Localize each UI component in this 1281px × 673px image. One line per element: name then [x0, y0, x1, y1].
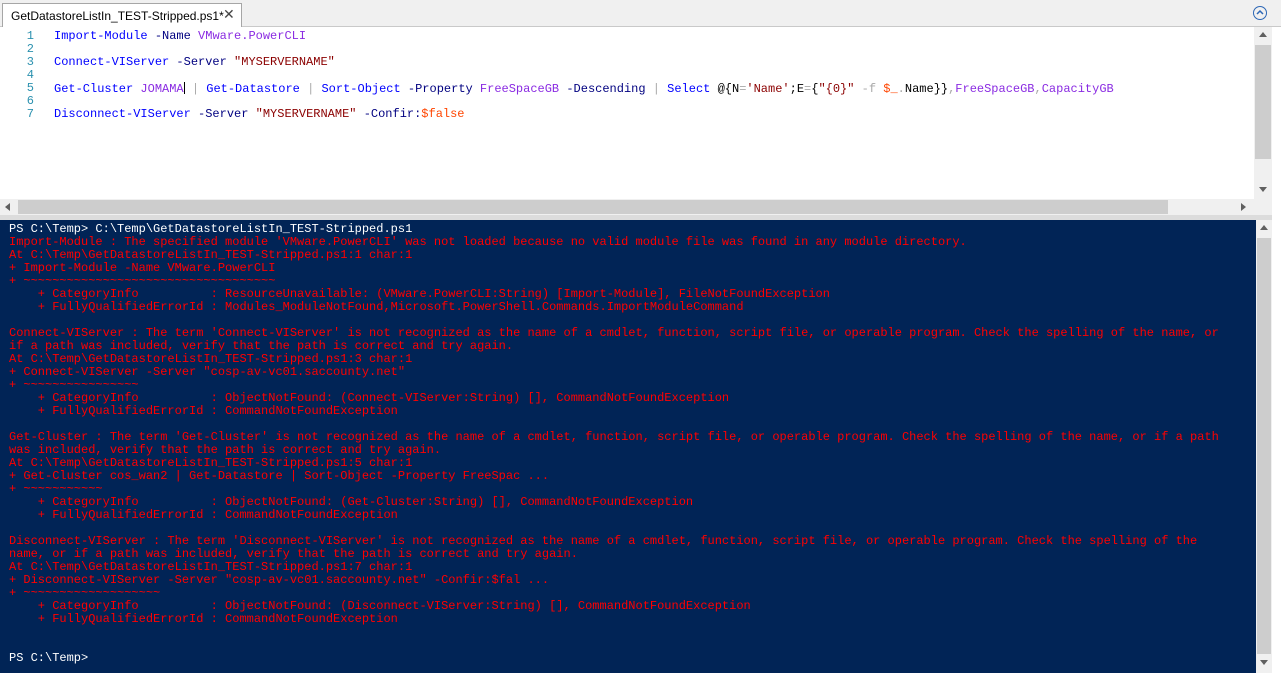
- console-vertical-scrollbar[interactable]: [1256, 220, 1272, 673]
- console-pane[interactable]: PS C:\Temp> C:\Temp\GetDatastoreListIn_T…: [0, 220, 1256, 673]
- code-token: "MYSERVERNAME": [255, 107, 357, 121]
- scroll-down-icon[interactable]: [1259, 187, 1267, 192]
- code-token: FreeSpaceGB: [955, 82, 1035, 96]
- code-token: "{0}": [818, 82, 855, 96]
- code-token: CapacityGB: [1041, 82, 1114, 96]
- editor-vertical-scrollbar[interactable]: [1254, 27, 1272, 200]
- code-line[interactable]: Disconnect-VIServer -Server "MYSERVERNAM…: [54, 108, 465, 121]
- code-token: -Server: [198, 107, 249, 121]
- code-token: Get-Datastore: [206, 82, 300, 96]
- line-number-gutter: 1234567: [0, 27, 40, 200]
- window-edge: [1272, 27, 1281, 673]
- code-token: -Descending: [566, 82, 646, 96]
- code-token: ,: [1034, 82, 1042, 96]
- code-token: -f: [861, 82, 877, 96]
- scroll-up-icon[interactable]: [1260, 225, 1268, 230]
- code-line[interactable]: Import-Module -Name VMware.PowerCLI: [54, 30, 306, 43]
- code-token: Connect-VIServer: [54, 55, 170, 69]
- code-token: .: [897, 82, 905, 96]
- collapse-script-pane-icon[interactable]: [1253, 6, 1267, 20]
- code-token: -Server: [176, 55, 227, 69]
- console-output-line: PS C:\Temp>: [9, 651, 89, 665]
- scrollbar-thumb[interactable]: [1255, 45, 1271, 159]
- code-token: Disconnect-VIServer: [54, 107, 191, 121]
- code-token: |: [299, 82, 322, 96]
- code-token: |: [645, 82, 668, 96]
- code-token: -Name: [154, 29, 191, 43]
- close-icon[interactable]: ✕: [223, 6, 235, 23]
- code-token: Name: [904, 82, 934, 96]
- code-token: |: [184, 82, 207, 96]
- code-token: VMware.PowerCLI: [198, 29, 307, 43]
- scroll-up-icon[interactable]: [1259, 32, 1267, 37]
- code-token: Select: [667, 82, 711, 96]
- scroll-right-icon[interactable]: [1241, 203, 1246, 211]
- script-editor[interactable]: 1234567 Import-Module -Name VMware.Power…: [0, 27, 1272, 200]
- code-token: FreeSpaceGB: [479, 82, 560, 96]
- code-line[interactable]: Connect-VIServer -Server "MYSERVERNAME": [54, 56, 335, 69]
- script-tab-bar: GetDatastoreListIn_TEST-Stripped.ps1* ✕: [0, 0, 1281, 27]
- code-token: Sort-Object: [321, 82, 401, 96]
- console-error-line: + FullyQualifiedErrorId : CommandNotFoun…: [9, 612, 398, 626]
- tab-title: GetDatastoreListIn_TEST-Stripped.ps1*: [11, 9, 224, 23]
- code-token: 'Name': [746, 82, 790, 96]
- code-token: ;: [789, 82, 797, 96]
- scroll-left-icon[interactable]: [5, 203, 10, 211]
- code-token: -Property: [407, 82, 473, 96]
- code-token: $false: [421, 107, 465, 121]
- code-token: E: [796, 82, 805, 96]
- line-number: 7: [26, 107, 34, 121]
- scrollbar-corner: [1254, 199, 1272, 215]
- code-token: }}: [933, 82, 949, 96]
- code-token: -Confir:: [363, 107, 422, 121]
- script-tab[interactable]: GetDatastoreListIn_TEST-Stripped.ps1* ✕: [2, 3, 242, 27]
- console-error-line: + FullyQualifiedErrorId : CommandNotFoun…: [9, 508, 398, 522]
- code-token: @{: [717, 82, 732, 96]
- code-token: Get-Cluster: [54, 82, 134, 96]
- scrollbar-thumb[interactable]: [18, 200, 1168, 214]
- console-error-line: + FullyQualifiedErrorId : Modules_Module…: [9, 300, 744, 314]
- code-token: Import-Module: [54, 29, 148, 43]
- editor-horizontal-scrollbar[interactable]: [0, 199, 1254, 215]
- code-token: $_: [883, 82, 898, 96]
- console-error-line: + FullyQualifiedErrorId : CommandNotFoun…: [9, 404, 398, 418]
- scrollbar-thumb[interactable]: [1257, 238, 1271, 654]
- scroll-down-icon[interactable]: [1260, 660, 1268, 665]
- code-token: "MYSERVERNAME": [234, 55, 335, 69]
- code-token: JOMAMA: [140, 82, 184, 96]
- code-line[interactable]: Get-Cluster JOMAMA | Get-Datastore | Sor…: [54, 82, 1114, 96]
